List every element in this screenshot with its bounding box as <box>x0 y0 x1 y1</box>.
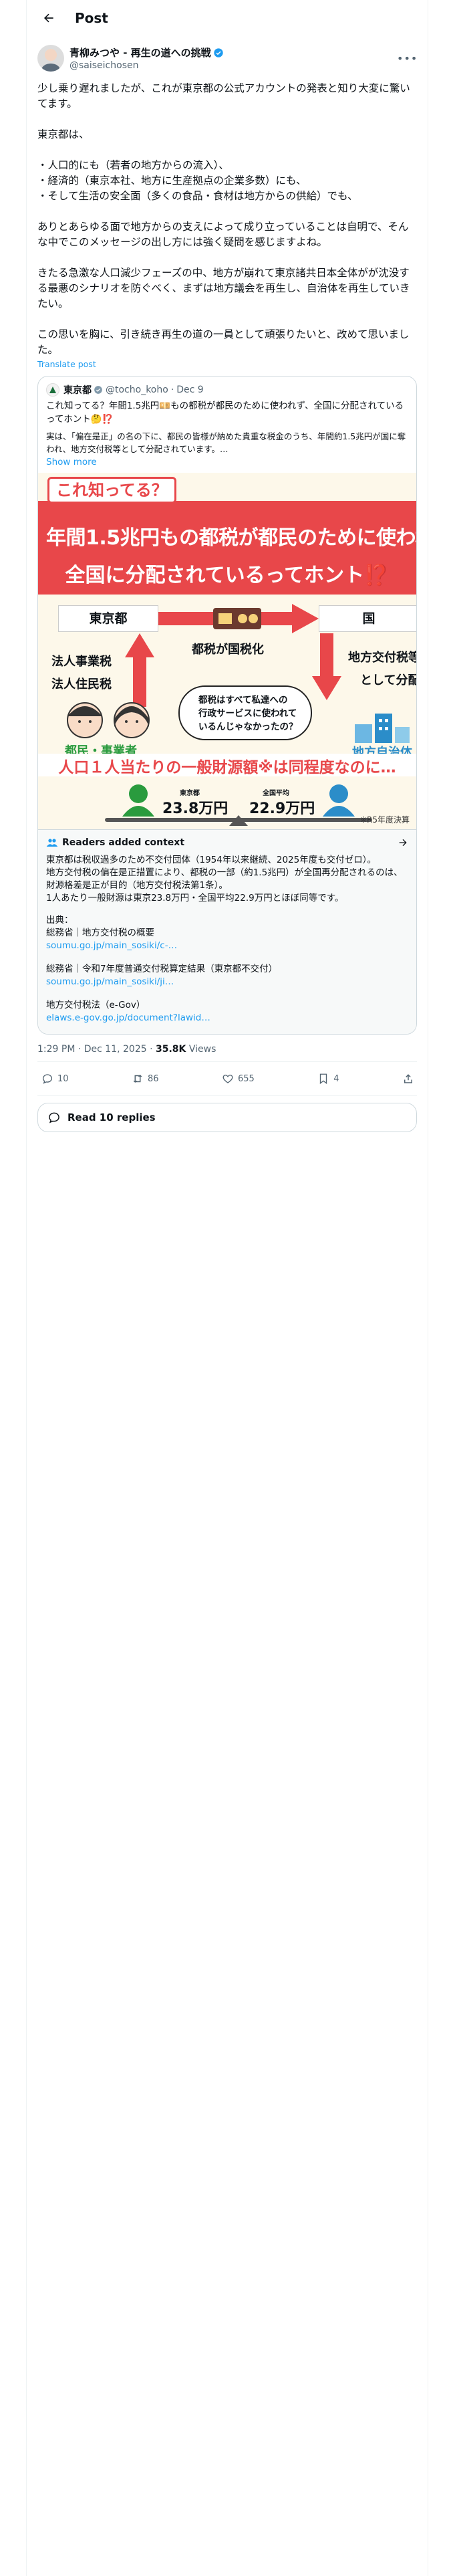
quoted-post[interactable]: 東京都 @tocho_koho · Dec 9 これ知ってる？年間1.5兆円💴も… <box>37 376 417 1035</box>
bubble-line-2: 行政サービスに使われて <box>198 708 297 719</box>
read-replies-label: Read 10 replies <box>67 1111 156 1123</box>
back-arrow-icon <box>44 13 53 22</box>
source-link[interactable]: soumu.go.jp/main_sosiki/c-… <box>46 940 408 952</box>
author-handle[interactable]: @saiseichosen <box>69 60 397 71</box>
repost-button[interactable]: 86 <box>132 1073 159 1085</box>
national-compare-value: 22.9万円 <box>249 800 315 817</box>
box-kuni: 国 <box>319 605 416 632</box>
infographic-headline-1: 年間1.5兆円もの都税が都民のために使われず <box>46 526 416 550</box>
quote-text-detail: 実は、「偏在是正」の名の下に、都民の皆様が納めた貴重な税金のうち、年間約1.5兆… <box>46 431 406 454</box>
author-name-row[interactable]: 青柳みつや - 再生の道への挑戦 <box>69 45 397 60</box>
comparison-strip-text: 人口１人当たりの一般財源額※は同程度なのに… <box>58 759 396 776</box>
bookmark-count: 4 <box>333 1073 339 1084</box>
infographic-image[interactable]: これ知ってる？ 年間1.5兆円もの都税が都民のために使われず 全国に分配されてい… <box>38 473 416 829</box>
quote-date: Dec 9 <box>176 385 204 395</box>
source-title: 総務省｜令和7年度普通交付税算定結果（東京都不交付） <box>46 964 278 974</box>
community-note-header[interactable]: Readers added context <box>46 837 408 849</box>
community-note-title: Readers added context <box>62 837 185 848</box>
sources-label: 出典： <box>46 915 73 926</box>
author-name[interactable]: 青柳みつや - 再生の道への挑戦 <box>69 45 211 60</box>
quote-author-name: 東京都 <box>63 385 92 396</box>
community-note: Readers added context 東京都は税収過多のため不交付団体（1… <box>38 829 416 1034</box>
infographic-tag: これ知ってる？ <box>47 477 176 504</box>
source-link[interactable]: soumu.go.jp/main_sosiki/ji… <box>46 976 408 988</box>
chat-bubble-icon <box>49 1112 59 1123</box>
tax-label-2: 法人住民税 <box>51 677 112 691</box>
reply-icon <box>42 1074 53 1084</box>
back-button[interactable] <box>37 7 60 29</box>
community-note-source-1: 総務省｜令和7年度普通交付税算定結果（東京都不交付） soumu.go.jp/m… <box>46 963 408 988</box>
action-bar: 10 86 655 4 <box>27 1062 428 1095</box>
author-row: 青柳みつや - 再生の道への挑戦 @saiseichosen ••• <box>27 35 428 73</box>
show-more-link[interactable]: Show more <box>38 455 416 473</box>
share-button[interactable] <box>402 1073 414 1085</box>
views-label: Views <box>186 1044 216 1055</box>
local-gov-buildings-icon <box>355 714 410 743</box>
share-icon <box>404 1074 412 1083</box>
post-timestamp[interactable]: 1:29 PM · Dec 11, 2025 · <box>37 1044 156 1055</box>
translate-post-link[interactable]: Translate post <box>27 358 428 369</box>
repost-icon <box>133 1075 142 1083</box>
bubble-line-1: 都税はすべて私達への <box>198 695 288 706</box>
infographic-footnote: ※R5年度決算 <box>359 815 410 825</box>
nationalization-label: 都税が国税化 <box>192 643 264 657</box>
like-count: 655 <box>237 1073 255 1084</box>
quote-header: 東京都 @tocho_koho · Dec 9 <box>38 377 416 397</box>
verified-badge-icon <box>214 47 223 58</box>
source-link[interactable]: elaws.e-gov.go.jp/document?lawid… <box>46 1012 408 1025</box>
community-note-source-2: 地方交付税法（e-Gov） elaws.e-gov.go.jp/document… <box>46 999 408 1025</box>
community-note-body: 東京都は税収過多のため不交付団体（1954年以来継続、2025年度も交付ゼロ）。… <box>46 855 403 903</box>
author-info: 青柳みつや - 再生の道への挑戦 @saiseichosen <box>69 45 397 71</box>
post-meta: 1:29 PM · Dec 11, 2025 · 35.8K Views <box>27 1035 428 1061</box>
quote-avatar <box>46 383 59 397</box>
heart-icon <box>222 1075 233 1083</box>
transfer-label-2: として分配 <box>360 673 416 687</box>
quote-separator: · <box>170 385 174 395</box>
tax-label-1: 法人事業税 <box>51 655 112 669</box>
balance-scale <box>105 784 372 826</box>
main-column: Post 青柳みつや - 再生の道への挑戦 @saiseichosen ••• … <box>26 0 428 2576</box>
question-bubble: 都税はすべて私達への 行政サービスに使われて いるんじゃなかったの？ <box>178 685 312 740</box>
repost-count: 86 <box>147 1073 159 1084</box>
header: Post <box>27 0 428 35</box>
box-tokyo: 東京都 <box>58 605 158 632</box>
bookmark-button[interactable]: 4 <box>317 1073 339 1085</box>
transfer-label-1: 地方交付税等 <box>348 651 416 665</box>
transfer-arrow-right <box>158 604 319 633</box>
reply-count: 10 <box>57 1073 69 1084</box>
tokyo-compare-label: 東京都 <box>180 790 200 797</box>
post-text: 少し乗り遅れましたが、これが東京都の公式アカウントの発表と知り大変に驚いてます。… <box>37 82 410 356</box>
read-replies-button[interactable]: Read 10 replies <box>37 1103 417 1132</box>
like-button[interactable]: 655 <box>222 1073 255 1085</box>
quote-text: これ知ってる？年間1.5兆円💴もの都税が都民のために使われず、全国に分配されてい… <box>46 401 404 425</box>
arrow-right-icon[interactable] <box>398 837 408 848</box>
tokyo-compare-value: 23.8万円 <box>162 800 229 817</box>
bubble-line-3: いるんじゃなかったの？ <box>198 722 298 732</box>
infographic-headline-2: 全国に分配されているってホント⁉️ <box>65 564 390 587</box>
page: Post 青柳みつや - 再生の道への挑戦 @saiseichosen ••• … <box>0 0 451 2576</box>
bookmark-icon <box>320 1073 327 1085</box>
more-options-icon[interactable]: ••• <box>397 52 417 65</box>
author-avatar[interactable] <box>37 45 64 72</box>
source-title: 地方交付税法（e-Gov） <box>46 1000 146 1010</box>
source-title: 総務省｜地方交付税の概要 <box>46 928 154 938</box>
gov-badge-icon <box>94 386 102 394</box>
up-arrow <box>125 633 154 707</box>
quote-handle: @tocho_koho <box>106 385 168 395</box>
divider <box>37 1095 417 1096</box>
views-count: 35.8K <box>156 1044 186 1055</box>
page-title: Post <box>75 9 108 26</box>
down-arrow <box>312 633 341 700</box>
national-compare-label: 全国平均 <box>263 790 289 797</box>
citizens-illustration <box>67 702 150 738</box>
community-note-source-0: 出典： 総務省｜地方交付税の概要 soumu.go.jp/main_sosiki… <box>46 914 408 952</box>
readers-icon <box>46 839 58 847</box>
reply-button[interactable]: 10 <box>41 1073 69 1085</box>
